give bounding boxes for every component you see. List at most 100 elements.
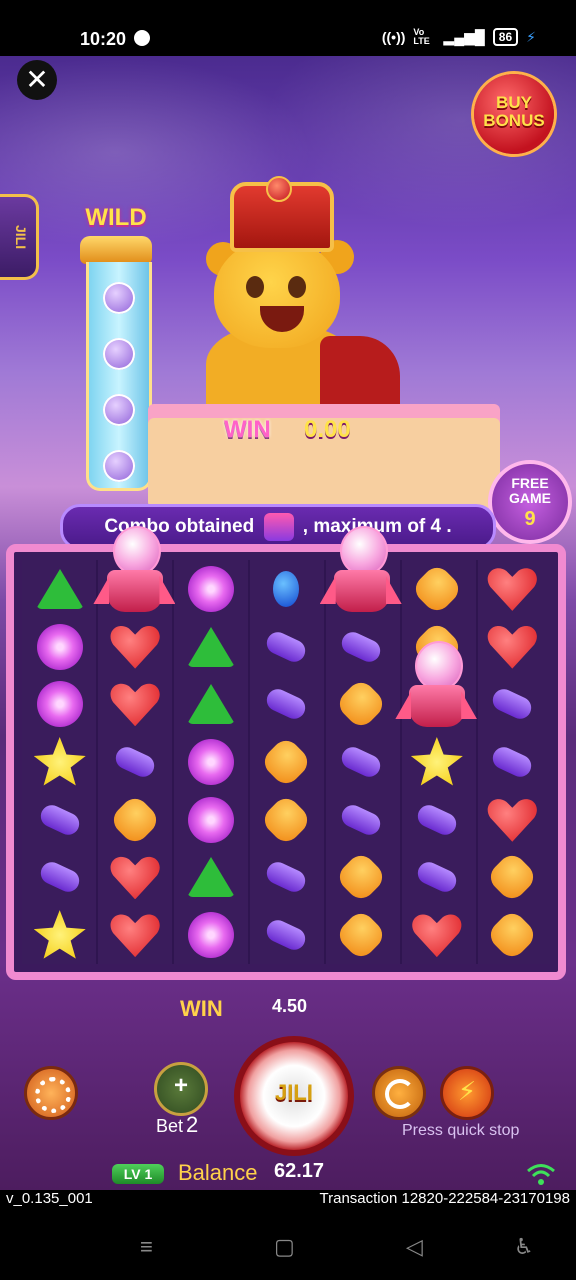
grid-cell	[173, 733, 248, 791]
grid-cell	[475, 675, 550, 733]
reel-board	[6, 526, 566, 980]
gumball-machine-icon	[395, 641, 478, 731]
quick-stop-hint: Press quick stop	[402, 1122, 520, 1139]
grid-cell	[97, 733, 172, 791]
purple-candy-icon	[338, 801, 385, 839]
grid-cell	[395, 641, 478, 733]
banner-win-label: WIN	[224, 416, 271, 443]
grid-cell	[97, 791, 172, 849]
control-panel: WIN 4.50 + Bet 2 JILI ⚡ Press quick stop…	[0, 986, 576, 1186]
red-candy-icon	[109, 682, 161, 726]
grid-cell	[248, 675, 323, 733]
wild-candy-icon	[103, 338, 135, 370]
autoplay-button[interactable]	[372, 1066, 426, 1120]
settings-button[interactable]	[24, 1066, 78, 1120]
grid-cell	[22, 675, 97, 733]
orange-candy-icon	[485, 850, 540, 905]
grid-cell	[173, 906, 248, 964]
game-area: ✕ BUY BONUS JILI WILD WIN 0.00 FREE GAME…	[0, 56, 576, 1190]
wild-meter-tube	[86, 262, 152, 491]
pink-candy-icon	[36, 681, 83, 728]
purple-candy-icon	[489, 685, 536, 723]
grid-cell	[475, 733, 550, 791]
gear-icon	[35, 1077, 71, 1113]
balance-value: 62.17	[274, 1160, 325, 1182]
accessibility-icon[interactable]: ♿	[514, 1234, 534, 1260]
grid-cell	[475, 849, 550, 907]
level-badge: LV 1	[112, 1164, 164, 1184]
balance-label: Balance	[178, 1160, 258, 1185]
android-nav-bar: ≡ ▢ ◁ ♿	[0, 1212, 576, 1280]
buy-bonus-label: BUY BONUS	[483, 93, 545, 130]
yellow-candy-icon	[33, 910, 86, 959]
win-banner: WIN 0.00	[148, 416, 500, 508]
free-game-badge: FREE GAME 9	[488, 460, 572, 544]
purple-candy-icon	[36, 801, 83, 839]
red-candy-icon	[109, 913, 161, 957]
purple-candy-icon	[338, 743, 385, 781]
grid-cell	[324, 906, 399, 964]
yellow-candy-icon	[410, 736, 463, 786]
footer-bar: v_0.135_001 Transaction 12820-222584-231…	[0, 1190, 576, 1212]
pink-candy-icon	[36, 623, 83, 670]
purple-candy-icon	[263, 859, 309, 896]
grid-cell	[399, 560, 474, 618]
spin-button[interactable]: JILI	[234, 1036, 354, 1156]
plus-icon: +	[173, 1072, 188, 1099]
bet-button[interactable]: +	[154, 1062, 208, 1116]
spin-label: JILI	[275, 1080, 313, 1105]
orange-candy-icon	[259, 792, 313, 847]
grid-cell	[324, 618, 399, 676]
grid-cell	[173, 849, 248, 907]
wild-candy-icon	[103, 450, 135, 482]
buy-bonus-button[interactable]: BUY BONUS	[474, 74, 554, 154]
orange-candy-icon	[334, 850, 389, 905]
purple-candy-icon	[112, 743, 158, 781]
wild-meter-cap	[80, 236, 152, 264]
grid-cell	[324, 733, 399, 791]
purple-candy-icon	[414, 859, 460, 896]
grid-cell	[324, 675, 399, 733]
wifi-status-icon: ((•))	[381, 29, 406, 45]
orange-candy-icon	[108, 792, 162, 847]
grid-cell	[399, 849, 474, 907]
win-label: WIN	[180, 996, 223, 1021]
bet-label: Bet	[156, 1116, 184, 1136]
orange-candy-icon	[409, 561, 464, 616]
home-icon[interactable]: ▢	[274, 1234, 295, 1260]
signal-icon: ▂▄▆█	[443, 28, 485, 45]
red-candy-icon	[486, 625, 538, 669]
close-button[interactable]: ✕	[17, 60, 57, 100]
grid-cell	[248, 849, 323, 907]
grid-cell	[173, 618, 248, 676]
red-candy-icon	[486, 798, 538, 842]
grid-cell	[248, 618, 323, 676]
purple-candy-icon	[489, 743, 536, 781]
grid-cell	[22, 560, 97, 618]
red-candy-icon	[109, 625, 161, 669]
grid-cell	[22, 791, 97, 849]
autoplay-icon	[385, 1079, 415, 1109]
connection-icon	[527, 1164, 555, 1185]
grid-cell	[97, 618, 172, 676]
turbo-button[interactable]: ⚡	[440, 1066, 494, 1120]
red-candy-icon	[411, 913, 463, 957]
free-game-label: FREE GAME	[509, 475, 551, 506]
green-candy-icon	[35, 568, 84, 609]
back-icon[interactable]: ◁	[406, 1234, 423, 1260]
side-menu-tab[interactable]: JILI	[0, 194, 39, 280]
wild-candy-icon	[103, 282, 135, 314]
network-label: Vo LTE	[413, 27, 430, 46]
wild-meter: WILD	[80, 204, 152, 500]
orange-candy-icon	[334, 677, 389, 732]
purple-candy-icon	[414, 801, 460, 839]
wild-meter-label: WILD	[85, 204, 147, 231]
wild-icon	[263, 512, 294, 541]
pink-candy-icon	[187, 796, 234, 843]
free-game-count: 9	[524, 508, 536, 530]
grid-cell	[22, 849, 97, 907]
pink-candy-icon	[187, 912, 234, 959]
recents-icon[interactable]: ≡	[140, 1234, 153, 1260]
lightning-icon: ⚡	[457, 1076, 477, 1106]
grid-cell	[173, 675, 248, 733]
